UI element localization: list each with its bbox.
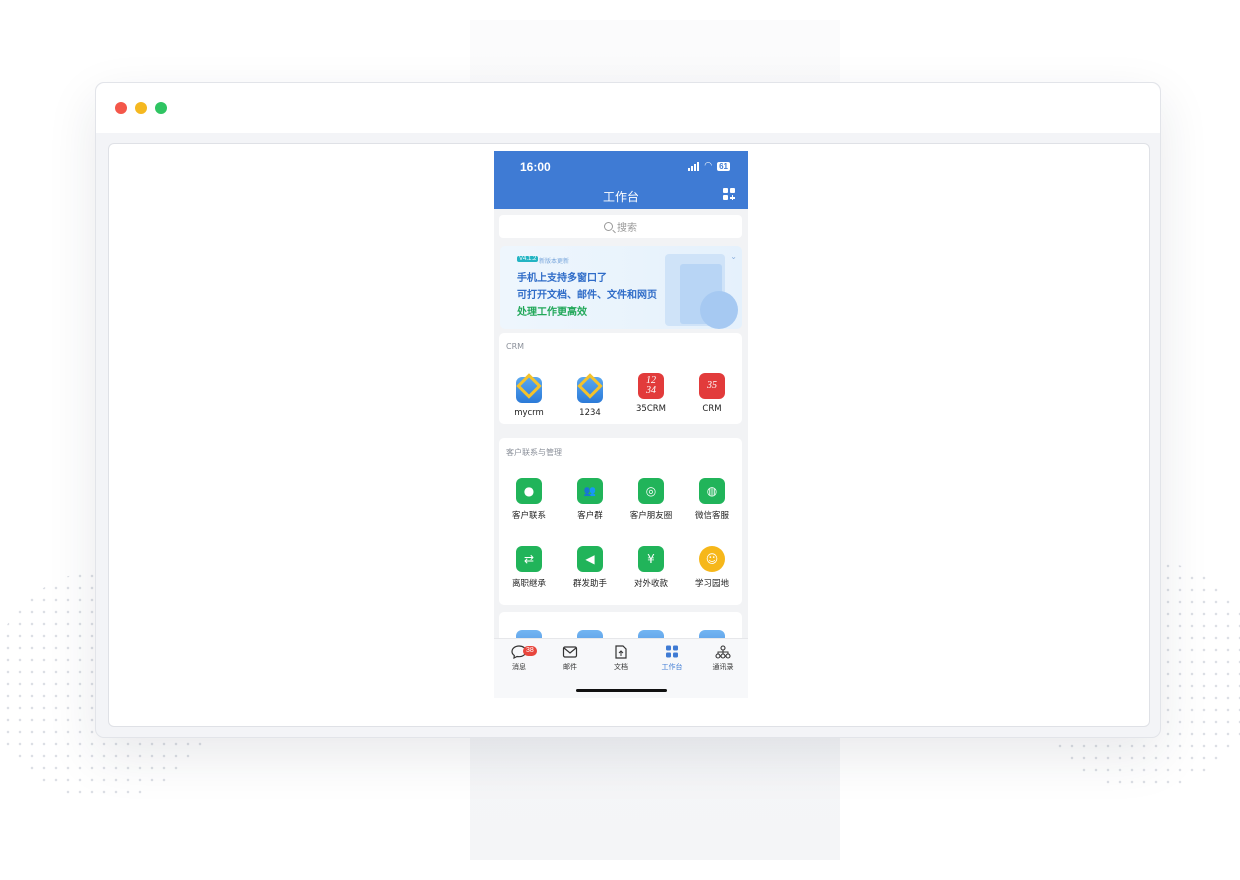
tab-messages[interactable]: 38 消息 <box>497 645 541 672</box>
section-title: CRM <box>506 342 525 351</box>
section-card-customer: 客户联系与管理 ● 客户联系 👥 客户群 ◎ 客户朋友圈 ◍ 微信客服 ⇄ 离职… <box>499 438 742 605</box>
section-title: 客户联系与管理 <box>506 448 562 457</box>
app-label: mycrm <box>514 408 544 418</box>
chevron-down-icon[interactable]: ⌄ <box>730 252 737 261</box>
browser-window: 16:00 ◠ 61 工作台 搜索 V4.1.2 新版本更新 手机上支持多窗口了… <box>95 82 1161 738</box>
mail-icon <box>562 645 578 659</box>
tab-label: 邮件 <box>563 663 577 671</box>
workbench-icon <box>664 645 680 659</box>
app-label: 学习园地 <box>694 579 729 589</box>
tab-label: 工作台 <box>661 663 683 671</box>
app-label: 1234 <box>579 408 601 418</box>
grid-add-icon[interactable] <box>723 188 735 200</box>
diamond-logo-icon <box>577 373 603 403</box>
version-tag: V4.1.2 <box>517 256 539 262</box>
banner-line: 处理工作更高效 <box>517 307 587 318</box>
app-label: 群发助手 <box>572 579 607 589</box>
moments-icon: ◎ <box>638 478 664 504</box>
diamond-logo-icon <box>516 373 542 403</box>
tab-label: 通讯录 <box>712 663 734 671</box>
chat-bubble-icon: ● <box>516 478 542 504</box>
unread-badge: 38 <box>523 646 537 656</box>
app-tile-customer-group[interactable]: 👥 客户群 <box>560 478 620 521</box>
service-icon: ◍ <box>699 478 725 504</box>
wifi-icon: ◠ <box>704 161 713 171</box>
phone-screen: 16:00 ◠ 61 工作台 搜索 V4.1.2 新版本更新 手机上支持多窗口了… <box>494 151 748 698</box>
close-window-button[interactable] <box>115 102 127 114</box>
app-label: 对外收款 <box>633 579 668 589</box>
app-tile-35crm[interactable]: 12 34 35CRM <box>621 373 681 414</box>
app-tile-1234[interactable]: 1234 <box>560 373 620 418</box>
contacts-icon <box>715 645 731 659</box>
banner-line: 可打开文档、邮件、文件和网页 <box>517 290 657 301</box>
tab-contacts[interactable]: 通讯录 <box>701 645 745 672</box>
app-label: CRM <box>702 404 722 414</box>
version-tag-sub: 新版本更新 <box>539 258 570 265</box>
search-placeholder: 搜索 <box>617 223 637 234</box>
app-label: 离职继承 <box>511 579 546 589</box>
app-tile-wechat-service[interactable]: ◍ 微信客服 <box>682 478 742 521</box>
app-label: 客户联系 <box>511 511 546 521</box>
35-logo-icon: 35 <box>699 373 725 399</box>
numbers-logo-icon: 12 34 <box>638 373 664 399</box>
tab-label: 文档 <box>614 663 628 671</box>
tab-mail[interactable]: 邮件 <box>548 645 592 672</box>
tab-workbench[interactable]: 工作台 <box>650 645 694 672</box>
section-card-crm: CRM mycrm 1234 12 34 35CRM 35 CRM <box>499 333 742 424</box>
page-title: 工作台 <box>602 190 639 204</box>
app-tile-resign-transfer[interactable]: ⇄ 离职继承 <box>499 546 559 589</box>
app-tile-broadcast[interactable]: ◀ 群发助手 <box>560 546 620 589</box>
app-label: 35CRM <box>636 404 666 414</box>
window-content: 16:00 ◠ 61 工作台 搜索 V4.1.2 新版本更新 手机上支持多窗口了… <box>108 143 1150 727</box>
window-titlebar <box>96 83 1160 133</box>
feature-banner[interactable]: V4.1.2 新版本更新 手机上支持多窗口了 可打开文档、邮件、文件和网页 处理… <box>500 246 742 329</box>
yuan-icon: ¥ <box>638 546 664 572</box>
status-icons: ◠ 61 <box>688 162 730 171</box>
app-tile-learning[interactable]: ☺ 学习园地 <box>682 546 742 589</box>
signal-icon <box>688 162 700 171</box>
app-header: 16:00 ◠ 61 工作台 <box>494 151 748 209</box>
app-tile-moments[interactable]: ◎ 客户朋友圈 <box>621 478 681 521</box>
battery-icon: 61 <box>717 162 730 171</box>
doc-icon <box>613 645 629 659</box>
app-label: 客户朋友圈 <box>629 511 673 521</box>
home-indicator[interactable] <box>576 689 667 692</box>
minimize-window-button[interactable] <box>135 102 147 114</box>
app-label: 微信客服 <box>694 511 729 521</box>
app-tile-crm[interactable]: 35 CRM <box>682 373 742 414</box>
planet-icon: ☺ <box>699 546 725 572</box>
search-input[interactable]: 搜索 <box>499 215 742 238</box>
search-icon <box>604 222 613 231</box>
tab-label: 消息 <box>512 663 526 671</box>
app-label: 客户群 <box>577 511 603 521</box>
transfer-icon: ⇄ <box>516 546 542 572</box>
app-tile-customer-contact[interactable]: ● 客户联系 <box>499 478 559 521</box>
status-time: 16:00 <box>520 160 551 174</box>
banner-line: 手机上支持多窗口了 <box>517 273 607 284</box>
megaphone-icon: ◀ <box>577 546 603 572</box>
banner-illustration <box>700 291 738 329</box>
tab-docs[interactable]: 文档 <box>599 645 643 672</box>
group-icon: 👥 <box>577 478 603 504</box>
zoom-window-button[interactable] <box>155 102 167 114</box>
app-tile-mycrm[interactable]: mycrm <box>499 373 559 418</box>
app-tile-payment[interactable]: ¥ 对外收款 <box>621 546 681 589</box>
